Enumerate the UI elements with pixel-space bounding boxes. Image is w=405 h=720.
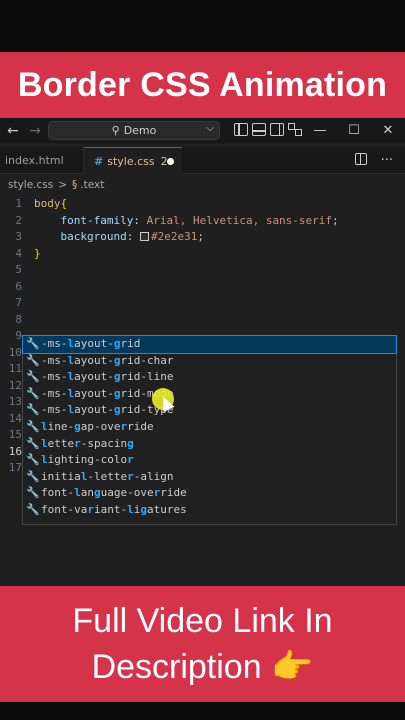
tab-label: style.css — [107, 154, 155, 168]
toggle-panel-icon[interactable] — [252, 123, 266, 136]
cta-line-2-text: Description — [91, 648, 262, 686]
forward-arrow-icon[interactable]: → — [24, 123, 46, 139]
line-number: 2 — [15, 213, 22, 227]
css-value: #2e2e31 — [150, 230, 198, 243]
code-editor[interactable]: 1 2 3 4 5 6 7 8 9 10 11 12 13 14 15 16 1… — [0, 196, 405, 586]
line-number: 5 — [15, 263, 22, 276]
autocomplete-suggestions: 🔧 -ms-l ayout-g rid 🔧 -ms-l ayout-g rid-char 🔧… — [22, 335, 397, 525]
code-line-3: background: #2e2e31; — [60, 230, 204, 243]
wrench-icon: 🔧 — [26, 453, 40, 467]
tab-index-html[interactable]: index.html — [0, 147, 84, 174]
video-top-bar — [0, 0, 405, 52]
tab-style-css[interactable]: # style.css 2 — [84, 147, 182, 174]
line-number: 9 — [15, 329, 22, 342]
suggestion-item[interactable]: 🔧 -ms-l ayout-g rid-line — [23, 369, 396, 386]
suggestion-item[interactable]: 🔧 -ms-l ayout-g rid-mode — [23, 386, 396, 403]
wrench-icon: 🔧 — [26, 436, 40, 450]
split-editor-icon[interactable] — [354, 153, 367, 165]
suggestion-item[interactable]: 🔧 initia l -lette r -align — [23, 469, 396, 486]
wrench-icon: 🔧 — [26, 469, 40, 483]
tab-actions: ··· — [354, 153, 393, 168]
command-center-search[interactable]: ⚲ Demo ⌵ — [48, 121, 220, 140]
toggle-secondary-sidebar-icon[interactable] — [270, 123, 284, 136]
close-button[interactable]: ✕ — [371, 118, 405, 143]
line-number: 3 — [15, 230, 22, 243]
cta-line-2: Description 👉 — [92, 644, 314, 690]
title-bar: ← → ⚲ Demo ⌵ — ☐ ✕ — [0, 118, 405, 143]
css-property: font-family — [60, 213, 134, 227]
line-number: 8 — [15, 312, 22, 326]
suggestion-item[interactable]: 🔧 -ms-l ayout-g rid — [22, 335, 397, 354]
wrench-icon: 🔧 — [26, 337, 40, 350]
banner-title: Border CSS Animation — [17, 65, 388, 104]
suggestion-item[interactable]: 🔧 l ighting-colo r — [23, 452, 396, 469]
css-selector: body — [34, 197, 61, 210]
wrench-icon: 🔧 — [26, 386, 40, 400]
suggestion-item[interactable]: 🔧 l ette r -spacin g — [23, 436, 396, 453]
suggestion-item[interactable]: 🔧 -ms-l ayout-g rid-type — [23, 402, 396, 419]
line-number: 10 — [8, 345, 22, 359]
cta-banner: Full Video Link In Description 👉 — [0, 586, 405, 702]
back-arrow-icon[interactable]: ← — [2, 123, 24, 139]
more-actions-icon[interactable]: ··· — [381, 153, 393, 168]
video-bottom-bar — [0, 702, 405, 720]
search-label: Demo — [123, 124, 157, 137]
wrench-icon: 🔧 — [26, 370, 40, 384]
title-banner: Border CSS Animation — [0, 52, 405, 118]
symbol-icon: § — [72, 179, 78, 191]
line-number: 17 — [8, 461, 22, 474]
wrench-icon: 🔧 — [26, 403, 40, 417]
cta-line-1: Full Video Link In — [72, 602, 333, 640]
layout-controls — [234, 123, 302, 136]
code-line-2: font-family: Arial, Helvetica, sans-seri… — [60, 213, 339, 227]
wrench-icon: 🔧 — [26, 353, 40, 367]
breadcrumb-symbol[interactable]: .text — [80, 179, 104, 191]
line-number: 6 — [15, 279, 22, 293]
vscode-window: ← → ⚲ Demo ⌵ — ☐ ✕ index.html # style.cs… — [0, 118, 405, 586]
line-number: 7 — [15, 296, 22, 309]
css-value: Arial, Helvetica, sans-serif — [146, 213, 333, 227]
color-swatch-icon[interactable] — [139, 232, 149, 241]
css-file-icon: # — [94, 154, 104, 168]
maximize-button[interactable]: ☐ — [337, 118, 371, 143]
line-number: 13 — [8, 395, 22, 408]
line-number: 12 — [8, 378, 22, 392]
suggestion-item[interactable]: 🔧 -ms-l ayout-g rid-char — [23, 353, 396, 370]
unsaved-dot-icon[interactable] — [167, 158, 174, 165]
line-number: 14 — [8, 411, 22, 425]
close-brace: } — [34, 246, 41, 260]
line-number: 4 — [15, 246, 22, 260]
minimize-button[interactable]: — — [303, 118, 337, 143]
suggestion-item[interactable]: 🔧 font-va r iant-l i g atures — [23, 502, 396, 519]
suggestion-item[interactable]: 🔧 l ine-g ap-ove r ride — [23, 419, 396, 436]
wrench-icon: 🔧 — [26, 486, 40, 500]
editor-tabs: index.html # style.css 2 ··· — [0, 147, 405, 174]
wrench-icon: 🔧 — [26, 419, 40, 433]
toggle-sidebar-icon[interactable] — [234, 123, 248, 136]
window-controls: — ☐ ✕ — [303, 118, 405, 143]
pointing-hand-icon: 👉 — [271, 648, 314, 686]
customize-layout-icon[interactable] — [288, 123, 302, 136]
open-brace: { — [60, 197, 68, 210]
breadcrumb: style.css > § .text — [0, 176, 104, 194]
line-number: 1 — [15, 197, 22, 210]
code-line-4: } — [34, 246, 339, 263]
css-property: background — [60, 230, 127, 243]
breadcrumb-separator: > — [58, 179, 68, 191]
suggestion-item[interactable]: 🔧 font-l an g uage-ove r ride — [23, 485, 396, 502]
search-icon: ⚲ — [111, 124, 120, 137]
tab-label: index.html — [5, 154, 64, 167]
line-number: 11 — [8, 362, 22, 375]
breadcrumb-file[interactable]: style.css — [8, 179, 53, 191]
line-number: 15 — [8, 428, 22, 441]
chevron-down-icon[interactable]: ⌵ — [206, 123, 214, 134]
wrench-icon: 🔧 — [26, 502, 40, 516]
line-number-gutter: 1 2 3 4 5 6 7 8 9 10 11 12 13 14 15 16 1… — [0, 196, 22, 477]
line-number-active: 16 — [8, 444, 22, 458]
code-line-1: body{ — [34, 196, 339, 213]
